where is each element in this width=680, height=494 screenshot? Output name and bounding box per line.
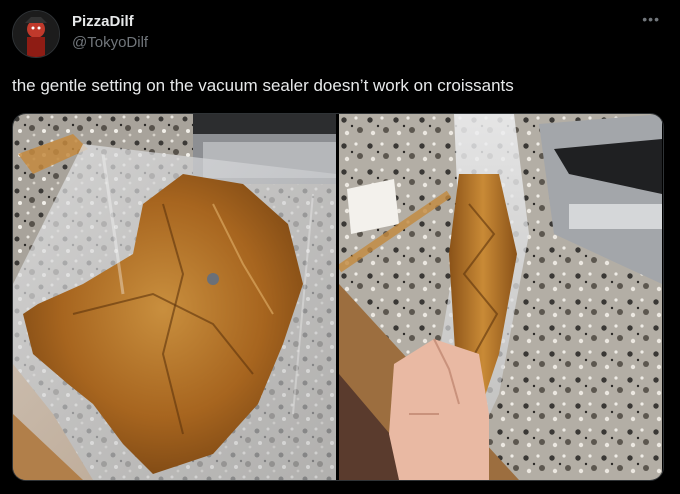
tweet: PizzaDilf @TokyoDilf ••• the gentle sett…: [0, 0, 680, 494]
display-name[interactable]: PizzaDilf: [72, 13, 134, 30]
photo-image: [339, 114, 662, 480]
user-handle[interactable]: @TokyoDilf: [72, 34, 148, 51]
tweet-media[interactable]: [12, 113, 664, 481]
photo-flattened-croissant[interactable]: [13, 114, 336, 480]
photo-image: [13, 114, 336, 480]
avatar[interactable]: [12, 10, 60, 58]
tweet-text: the gentle setting on the vacuum sealer …: [12, 76, 514, 95]
avatar-image: [13, 11, 59, 57]
photo-croissant-in-bag-held[interactable]: [339, 114, 662, 480]
ellipsis-icon[interactable]: •••: [642, 12, 660, 26]
